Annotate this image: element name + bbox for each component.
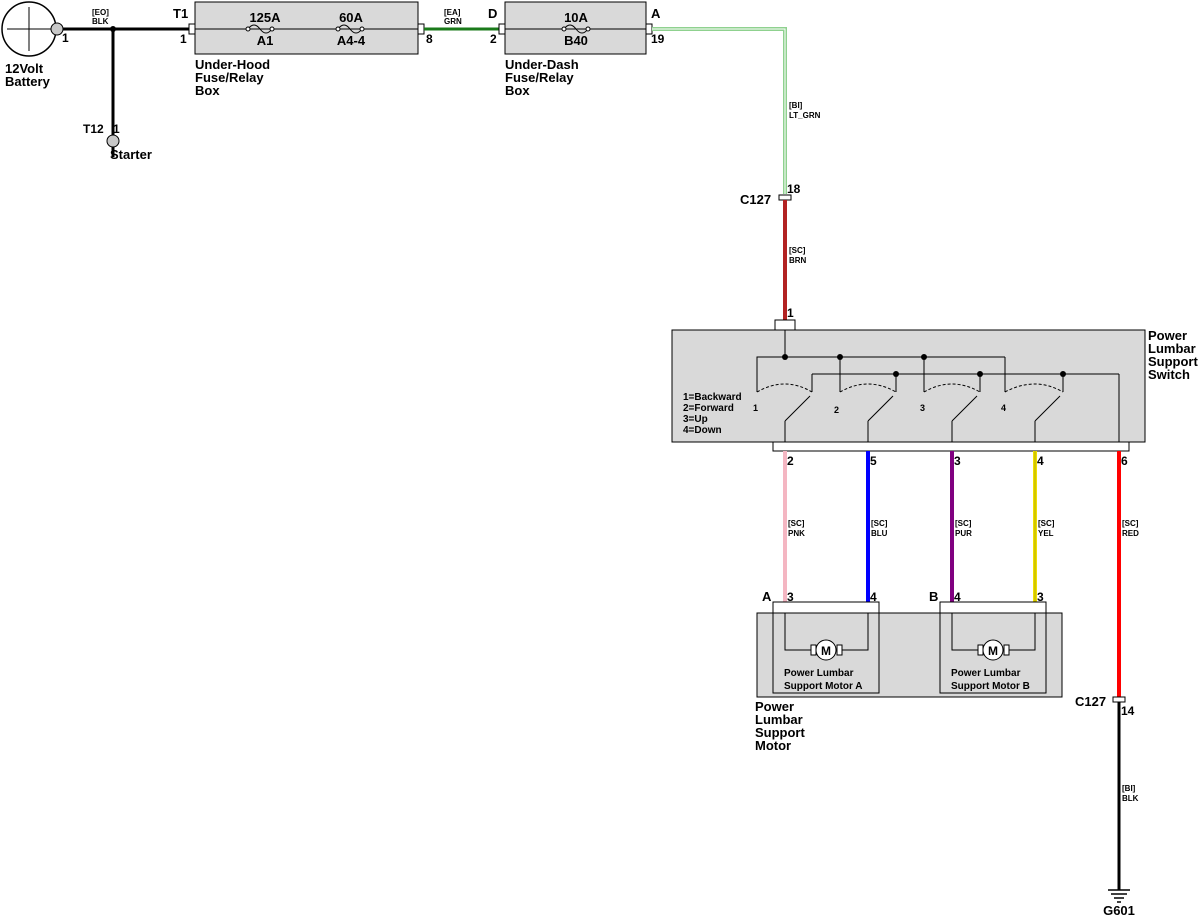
- wire-lt-grn-color: LT_GRN: [789, 111, 821, 120]
- c127-top-pin: 18: [787, 182, 801, 196]
- power-lumbar-motor: M Power Lumbar Support Motor A A 3 4 M P…: [755, 589, 1063, 753]
- wire-red-circuit: [SC]: [1122, 519, 1139, 528]
- starter-ref: T12: [83, 122, 104, 136]
- ground: G601: [1103, 889, 1135, 918]
- underdash-conn-in: D: [488, 6, 497, 21]
- connector-c127-top: C127 18: [740, 182, 801, 207]
- motor-b-conn: B: [929, 589, 938, 604]
- switch-pos4: 4: [1001, 403, 1006, 413]
- underdash-label-line3: Box: [505, 83, 530, 98]
- motor-a-pin-left: 3: [787, 590, 794, 604]
- underhood-fuse1-rating: 125A: [249, 10, 281, 25]
- motor-a-symbol: M: [821, 644, 831, 658]
- underhood-fuse2-rating: 60A: [339, 10, 363, 25]
- wire-pnk-circuit: [SC]: [788, 519, 805, 528]
- wire-blu-color: BLU: [871, 529, 888, 538]
- wire-battery-color: BLK: [92, 17, 109, 26]
- switch-pos1: 1: [753, 403, 758, 413]
- wire-lt-grn-circuit: [BI]: [789, 101, 803, 110]
- wiring-diagram: 1 12Volt Battery [EO] BLK T12 1 Starter …: [1, 1, 1198, 918]
- wire-pnk: [SC] PNK: [783, 451, 805, 602]
- battery-label-line2: Battery: [5, 74, 51, 89]
- underhood-conn-in: T1: [173, 6, 188, 21]
- underhood-fuse2-id: A4-4: [337, 33, 366, 48]
- c127-top-ref: C127: [740, 192, 771, 207]
- switch-pin-in: 1: [787, 306, 794, 320]
- wire-brn: [SC] BRN: [783, 200, 807, 320]
- starter-terminal-icon: [106, 134, 120, 148]
- underhood-fuse1-id: A1: [257, 33, 274, 48]
- wire-blu-circuit: [SC]: [871, 519, 888, 528]
- switch-out-pin-pur: 3: [954, 454, 961, 468]
- underdash-fuse-id: B40: [564, 33, 588, 48]
- switch-legend3: 3=Up: [683, 414, 708, 425]
- ground-icon: [1108, 889, 1130, 903]
- switch-legend1: 1=Backward: [683, 392, 742, 403]
- wire-gnd: [BI] BLK: [1117, 702, 1139, 890]
- underdash-fuse-box: 10A B40 D 2 A 19 Under-Dash Fuse/Relay B…: [488, 1, 665, 98]
- switch-out-pin-blu: 5: [870, 454, 877, 468]
- wire-red: [SC] RED: [1117, 451, 1139, 697]
- switch-pos3: 3: [920, 403, 925, 413]
- ground-ref: G601: [1103, 903, 1135, 918]
- c127-bottom-ref: C127: [1075, 694, 1106, 709]
- wire-fuse-link-circuit: [EA]: [444, 8, 461, 17]
- c127-bottom-pin: 14: [1121, 704, 1135, 718]
- wire-red-color: RED: [1122, 529, 1139, 538]
- motor-b-pin-right: 3: [1037, 590, 1044, 604]
- wire-battery-circuit: [EO]: [92, 8, 109, 17]
- switch-pos2: 2: [834, 405, 839, 415]
- switch-out-pin-red: 6: [1121, 454, 1128, 468]
- wire-gnd-circuit: [BI]: [1122, 784, 1136, 793]
- wire-yel-color: YEL: [1038, 529, 1054, 538]
- motor-b-label1: Power Lumbar: [951, 668, 1021, 679]
- underdash-pin-out: 19: [651, 32, 665, 46]
- motor-label-line4: Motor: [755, 738, 791, 753]
- wire-lt-grn: [BI] LT_GRN: [652, 27, 821, 194]
- battery: 1 12Volt Battery: [1, 1, 69, 89]
- motor-b-symbol: M: [988, 644, 998, 658]
- motor-a-conn: A: [762, 589, 772, 604]
- motor-a-label1: Power Lumbar: [784, 668, 854, 679]
- switch-out-pin-yel: 4: [1037, 454, 1044, 468]
- motor-a-label2: Support Motor A: [784, 681, 863, 692]
- power-lumbar-switch: 1 1 2 3 4 1=Backward 2=Forward 3=Up 4=Do…: [671, 306, 1198, 468]
- underhood-pin-out: 8: [426, 32, 433, 46]
- switch-legend4: 4=Down: [683, 425, 722, 436]
- motor-b-label2: Support Motor B: [951, 681, 1030, 692]
- starter-pin: 1: [113, 122, 120, 136]
- underhood-fuse-box: 125A A1 60A A4-4 T1 1 8 Under-Hood Fuse/…: [173, 1, 433, 98]
- wire-yel: [SC] YEL: [1033, 451, 1055, 602]
- wire-pnk-color: PNK: [788, 529, 805, 538]
- connector-c127-bottom: C127 14: [1075, 694, 1135, 718]
- wire-brn-circuit: [SC]: [789, 246, 806, 255]
- wire-yel-circuit: [SC]: [1038, 519, 1055, 528]
- underdash-pin-in: 2: [490, 32, 497, 46]
- underhood-pin-in: 1: [180, 32, 187, 46]
- underdash-conn-out: A: [651, 6, 661, 21]
- wire-pur-circuit: [SC]: [955, 519, 972, 528]
- switch-legend2: 2=Forward: [683, 403, 734, 414]
- wire-gnd-color: BLK: [1122, 794, 1139, 803]
- motor-a-pin-right: 4: [870, 590, 877, 604]
- switch-out-pin-pnk: 2: [787, 454, 794, 468]
- underdash-fuse-rating: 10A: [564, 10, 588, 25]
- battery-pin: 1: [62, 31, 69, 45]
- wire-brn-color: BRN: [789, 256, 807, 265]
- wire-pur: [SC] PUR: [950, 451, 972, 602]
- switch-label-line4: Switch: [1148, 367, 1190, 382]
- wire-fuse-link-color: GRN: [444, 17, 462, 26]
- starter-label: Starter: [110, 147, 152, 162]
- starter: T12 1 Starter: [83, 122, 152, 162]
- wire-pur-color: PUR: [955, 529, 972, 538]
- wire-blu: [SC] BLU: [866, 451, 888, 602]
- underhood-label-line3: Box: [195, 83, 220, 98]
- motor-b-pin-left: 4: [954, 590, 961, 604]
